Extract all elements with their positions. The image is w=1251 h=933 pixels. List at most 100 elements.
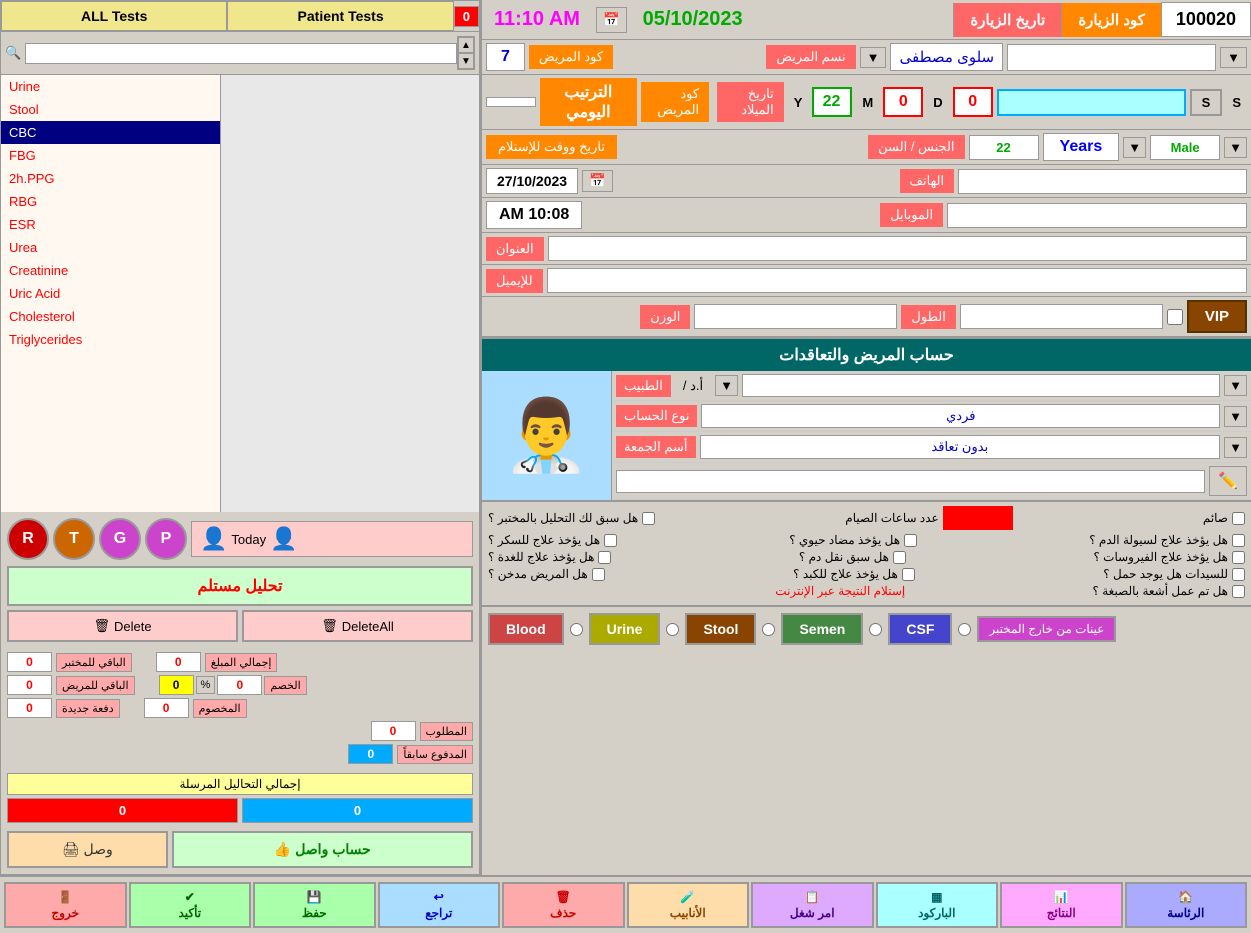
doctor-dropdown2[interactable]: ▼ <box>715 375 738 396</box>
csf-radio[interactable] <box>958 623 971 636</box>
all-tests-button[interactable]: ALL Tests <box>1 1 227 31</box>
list-item[interactable]: FBG <box>1 144 220 167</box>
fasting-hours-input[interactable] <box>943 506 1013 530</box>
scroll-up-arrow[interactable]: ▲ <box>458 37 474 53</box>
notes-input[interactable] <box>616 470 1205 493</box>
receipt-button[interactable]: 🖨 وصل <box>7 831 168 868</box>
patient-tests-button[interactable]: Patient Tests <box>227 1 453 31</box>
smoker-checkbox[interactable] <box>592 568 605 581</box>
csf-button[interactable]: CSF <box>888 613 952 645</box>
time-calendar-button[interactable]: 📅 <box>596 7 627 33</box>
doctor-dropdown[interactable]: ▼ <box>1224 375 1247 396</box>
today-button[interactable]: 👤 Today 👤 <box>191 521 473 557</box>
blood-sample-checkbox[interactable] <box>893 551 906 564</box>
urine-radio[interactable] <box>666 623 679 636</box>
list-item[interactable]: Uric Acid <box>1 282 220 305</box>
toolbar-delete-button[interactable]: 🗑 حذف <box>502 882 625 928</box>
blood-radio[interactable] <box>570 623 583 636</box>
age-dropdown[interactable]: ▼ <box>1123 137 1146 158</box>
g-button[interactable]: G <box>99 518 141 560</box>
toolbar-delete-icon: 🗑 <box>556 890 571 904</box>
receipt-icon: 🖨 <box>62 841 80 857</box>
list-scrollbar[interactable]: ▲ ▼ <box>457 36 475 70</box>
patient-name-dropdown[interactable]: ▼ <box>1220 47 1247 68</box>
save-button[interactable]: 💾 حفظ <box>253 882 376 928</box>
address-input[interactable] <box>548 236 1247 261</box>
contract-dropdown[interactable]: ▼ <box>1224 437 1247 458</box>
patient-name-input[interactable] <box>1007 44 1216 71</box>
s-button[interactable]: S <box>1226 93 1247 112</box>
list-item[interactable]: Urea <box>1 236 220 259</box>
delete-button[interactable]: 🗑 Delete <box>7 610 238 642</box>
fasting-checkbox[interactable] <box>1232 512 1245 525</box>
antibiotic-checkbox[interactable] <box>904 534 917 547</box>
confirm-button[interactable]: ✔ تأكيد <box>129 882 252 928</box>
virus-checkbox[interactable] <box>1232 551 1245 564</box>
pregnant-checkbox[interactable] <box>1232 568 1245 581</box>
vip-button[interactable]: VIP <box>1187 300 1247 333</box>
p-button[interactable]: P <box>145 518 187 560</box>
vip-checkbox[interactable] <box>1167 309 1183 325</box>
stool-radio[interactable] <box>762 623 775 636</box>
delete-all-button[interactable]: 🗑 DeleteAll <box>242 610 473 642</box>
stool-button[interactable]: Stool <box>685 613 756 645</box>
patient-name-dropdown2[interactable]: ▼ <box>860 47 887 68</box>
test-list: Urine Stool CBC FBG 2h.PPG RBG ESR Urea … <box>1 75 221 512</box>
received-button[interactable]: تحليل مستلم <box>7 566 473 606</box>
discount-pct-value[interactable]: 0 <box>159 675 194 695</box>
list-item[interactable]: Stool <box>1 98 220 121</box>
thyroid-checkbox[interactable] <box>598 551 611 564</box>
account-button[interactable]: 👍 حساب واصل <box>172 831 473 868</box>
list-item[interactable]: 2h.PPG <box>1 167 220 190</box>
external-sample-button[interactable]: عينات من خارج المختبر <box>977 616 1116 642</box>
r-button[interactable]: R <box>7 518 49 560</box>
pen-button[interactable]: ✏️ <box>1209 466 1247 496</box>
tubes-button[interactable]: 🧪 الأنابيب <box>627 882 750 928</box>
review-button[interactable]: ↩ تراجع <box>378 882 501 928</box>
height-label: الطول <box>901 305 955 329</box>
prev-lab-checkbox[interactable] <box>642 512 655 525</box>
blood-pressure-checkbox[interactable] <box>1232 534 1245 547</box>
scroll-down-arrow[interactable]: ▼ <box>458 53 474 69</box>
mobile-input[interactable] <box>947 203 1247 228</box>
list-item[interactable]: RBG <box>1 190 220 213</box>
list-item[interactable]: CBC <box>1 121 220 144</box>
search-input[interactable] <box>25 43 457 64</box>
percent-sign: % <box>196 676 216 694</box>
height-input[interactable] <box>960 304 1163 329</box>
diabetes-checkbox[interactable] <box>604 534 617 547</box>
blood-button[interactable]: Blood <box>488 613 564 645</box>
semen-radio[interactable] <box>869 623 882 636</box>
new-payment-value[interactable]: 0 <box>7 698 52 718</box>
email-input[interactable] <box>547 268 1247 293</box>
home-button[interactable]: 🏠 الرئاسة <box>1125 882 1248 928</box>
lab-remaining-value: 0 <box>7 652 52 672</box>
gender-dropdown[interactable]: ▼ <box>1224 137 1247 158</box>
order-button[interactable]: 📋 امر شغل <box>751 882 874 928</box>
exit-label: خروج <box>51 906 79 920</box>
blood-sample-label: هل سبق نقل دم ؟ <box>799 550 889 564</box>
s-toggle[interactable]: S <box>1190 89 1223 116</box>
reception-date-button[interactable]: 📅 <box>582 170 613 192</box>
list-item[interactable]: Triglycerides <box>1 328 220 351</box>
results-button[interactable]: 📊 النتائج <box>1000 882 1123 928</box>
t-button[interactable]: T <box>53 518 95 560</box>
semen-button[interactable]: Semen <box>781 613 863 645</box>
list-item[interactable]: ESR <box>1 213 220 236</box>
urine-button[interactable]: Urine <box>589 613 661 645</box>
list-item[interactable]: Creatinine <box>1 259 220 282</box>
deducted-label: المخصوم <box>193 699 247 718</box>
liver-checkbox[interactable] <box>902 568 915 581</box>
reception-time-label: تاريخ ووقت للإستلام <box>486 135 617 159</box>
barcode-button[interactable]: ▦ الباركود <box>876 882 999 928</box>
account-type-dropdown[interactable]: ▼ <box>1224 406 1247 427</box>
dob-text-input[interactable] <box>997 89 1186 116</box>
list-item[interactable]: Urine <box>1 75 220 98</box>
xray-checkbox[interactable] <box>1232 585 1245 598</box>
phone-input[interactable] <box>958 169 1247 194</box>
list-item[interactable]: Cholesterol <box>1 305 220 328</box>
exit-button[interactable]: 🚪 خروج <box>4 882 127 928</box>
patient-remaining-value: 0 <box>7 675 52 695</box>
doctor-input[interactable] <box>742 374 1220 397</box>
weight-input[interactable] <box>694 304 897 329</box>
